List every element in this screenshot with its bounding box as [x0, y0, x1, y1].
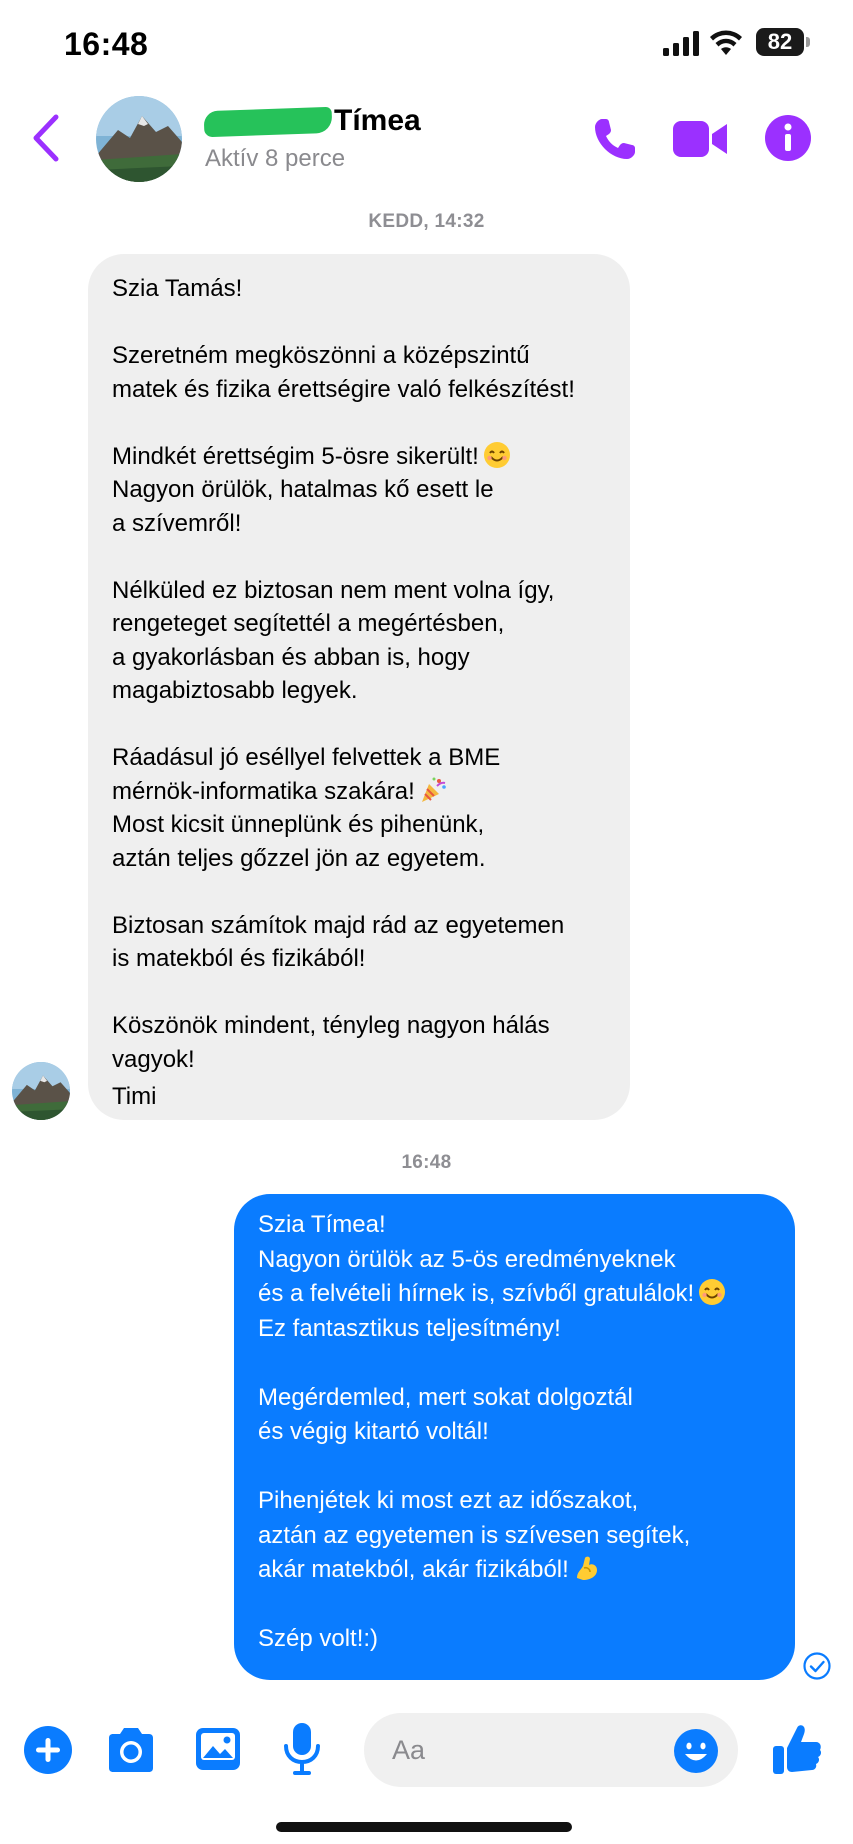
video-camera-icon[interactable] — [673, 117, 729, 161]
message-line: vagyok! — [112, 1045, 195, 1073]
battery-level: 82 — [767, 29, 793, 54]
message-line: Szép volt!:) — [258, 1625, 379, 1652]
contact-name[interactable]: Tímea — [203, 104, 421, 138]
message-line: Most kicsit ünneplünk és pihenünk, — [112, 811, 485, 838]
mountain-landscape-icon — [12, 1062, 70, 1120]
chevron-left-icon[interactable] — [30, 113, 62, 163]
camera-icon[interactable] — [105, 1726, 157, 1774]
flexed-biceps-emoji-icon — [576, 1556, 597, 1580]
message-line: is matekból és fizikából! — [112, 945, 366, 972]
message-line: és végig kitartó voltál! — [258, 1418, 489, 1445]
message-timestamp: 16:48 — [401, 1152, 452, 1173]
thumbs-up-icon[interactable] — [772, 1722, 822, 1776]
message-line: Megérdemled, mert sokat dolgoztál — [258, 1383, 633, 1411]
message-line: aztán az egyetemen is szívesen segítek, — [258, 1521, 691, 1549]
message-line: Köszönök mindent, tényleg nagyon hálás — [112, 1012, 550, 1039]
message-line: Mindkét érettségim 5-ösre sikerült! — [112, 440, 606, 474]
message-line: a szívemről! — [112, 509, 242, 537]
contact-avatar[interactable] — [96, 96, 182, 182]
sender-avatar[interactable] — [12, 1062, 70, 1120]
contact-active-status: Aktív 8 perce — [205, 145, 346, 172]
phone-icon[interactable] — [592, 116, 638, 162]
party-popper-emoji-icon — [421, 777, 446, 802]
message-line: Szia Tamás! — [112, 275, 243, 302]
message-line: és a felvételi hírnek is, szívből gratul… — [258, 1277, 771, 1312]
outgoing-message-bubble[interactable]: Szia Tímea! Nagyon örülök az 5-ös eredmé… — [234, 1194, 795, 1680]
mountain-landscape-icon — [96, 96, 182, 182]
message-line: akár matekból, akár fizikából! — [258, 1553, 771, 1588]
message-line: Pihenjétek ki most ezt az időszakot, — [258, 1487, 639, 1514]
smiling-face-emoji-icon — [483, 441, 510, 468]
message-line: rengeteget segítettél a megértésben, — [112, 610, 505, 637]
image-icon[interactable] — [194, 1726, 242, 1772]
message-timestamp: KEDD, 14:32 — [368, 211, 485, 232]
plus-icon[interactable] — [24, 1726, 72, 1774]
message-line: Szia Tímea! — [258, 1211, 386, 1238]
message-line: Biztosan számítok majd rád az egyetemen — [112, 911, 565, 939]
battery-icon: 82 — [756, 28, 812, 56]
message-input-placeholder: Aa — [392, 1735, 426, 1765]
smiling-face-emoji-icon — [699, 1279, 726, 1305]
message-line: magabiztosabb legyek. — [112, 677, 358, 704]
incoming-message-bubble[interactable]: Szia Tamás! Szeretném megköszönni a közé… — [88, 254, 630, 1120]
cellular-signal-icon — [663, 31, 699, 56]
message-line: Nagyon örülök, hatalmas kő esett le — [112, 476, 494, 503]
wifi-icon — [710, 30, 742, 55]
message-line: Ez fantasztikus teljesítmény! — [258, 1314, 561, 1342]
sent-check-icon — [803, 1652, 831, 1680]
message-line: matek és fizika érettségire való felkész… — [112, 375, 575, 403]
status-bar-time: 16:48 — [64, 26, 149, 62]
home-indicator — [276, 1822, 572, 1832]
contact-name-text: Tímea — [334, 104, 421, 137]
message-input[interactable]: Aa — [364, 1713, 738, 1787]
message-line: mérnök-informatika szakára! — [112, 775, 606, 809]
message-line: Timi — [112, 1083, 157, 1110]
message-line: Nélküled ez biztosan nem ment volna így, — [112, 576, 555, 604]
info-icon[interactable] — [764, 114, 812, 162]
microphone-icon[interactable] — [283, 1722, 321, 1776]
redaction-mark — [203, 106, 333, 138]
message-line: a gyakorlásban és abban is, hogy — [112, 643, 470, 671]
message-line: Szeretném megköszönni a középszintű — [112, 342, 530, 369]
message-line: Ráadásul jó eséllyel felvettek a BME — [112, 744, 501, 771]
emoji-icon[interactable] — [674, 1729, 718, 1773]
message-line: Nagyon örülök az 5-ös eredményeknek — [258, 1245, 676, 1273]
message-line: aztán teljes gőzzel jön az egyetem. — [112, 844, 486, 872]
